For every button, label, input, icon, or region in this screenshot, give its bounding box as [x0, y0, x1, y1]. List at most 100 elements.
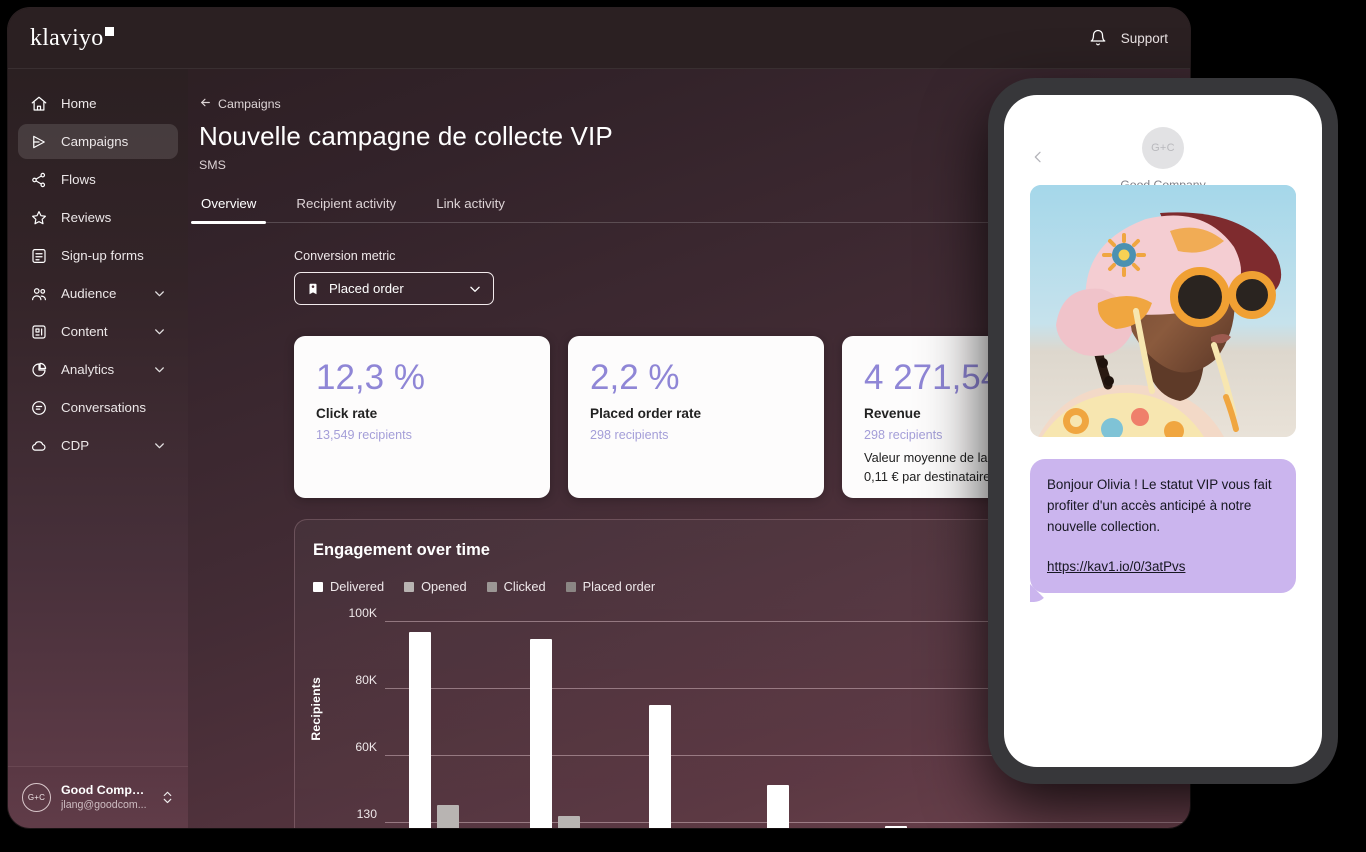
flows-icon	[30, 171, 48, 189]
klaviyo-logo[interactable]: klaviyo	[30, 24, 115, 52]
sms-link[interactable]: https://kav1.io/0/3atPvs	[1047, 556, 1279, 577]
phone-screen: G+C Good Company	[1004, 95, 1322, 767]
phone-sender-block: G+C Good Company	[1030, 127, 1296, 192]
legend-item-delivered[interactable]: Delivered	[313, 579, 384, 594]
screenshot-stage: klaviyo Support Home Campaigns Flows Rev…	[0, 0, 1366, 852]
star-icon	[30, 209, 48, 227]
legend-label: Clicked	[503, 579, 546, 594]
tab-recipient-activity[interactable]: Recipient activity	[294, 196, 398, 222]
topbar-right: Support	[1089, 29, 1168, 47]
kpi-card-placed-order-rate: 2,2 % Placed order rate 298 recipients	[568, 336, 824, 498]
sidebar-item-sign-up-forms[interactable]: Sign-up forms	[18, 238, 178, 273]
kpi-name: Placed order rate	[590, 406, 702, 421]
support-link[interactable]: Support	[1121, 31, 1168, 46]
sidebar-item-conversations[interactable]: Conversations	[18, 390, 178, 425]
y-tick-label: 60K	[355, 740, 377, 754]
legend-label: Opened	[421, 579, 467, 594]
tab-bar: Overview Recipient activity Link activit…	[190, 196, 1019, 224]
phone-mockup: G+C Good Company	[988, 78, 1338, 784]
legend-swatch	[565, 581, 576, 592]
avatar: G+C	[22, 783, 51, 812]
sidebar-item-home[interactable]: Home	[18, 86, 178, 121]
sidebar-item-label: Flows	[61, 172, 96, 187]
kpi-sub: 298 recipients	[590, 428, 669, 442]
account-text: Good Company jlang@goodcom...	[61, 783, 151, 812]
sidebar-item-label: Campaigns	[61, 134, 129, 149]
kpi-value: 2,2 %	[590, 358, 680, 397]
account-switcher[interactable]: G+C Good Company jlang@goodcom...	[8, 766, 188, 828]
breadcrumb-label: Campaigns	[218, 97, 281, 111]
chevron-down-icon[interactable]	[153, 287, 166, 300]
chevron-down-icon	[468, 282, 482, 296]
send-icon	[30, 133, 48, 151]
legend-label: Placed order	[582, 579, 656, 594]
form-icon	[30, 247, 48, 265]
sidebar-item-label: Audience	[61, 286, 117, 301]
analytics-icon	[30, 361, 48, 379]
kpi-name: Click rate	[316, 406, 378, 421]
bar-delivered[interactable]	[649, 705, 671, 828]
sidebar: Home Campaigns Flows Reviews Sign-up for…	[8, 69, 188, 766]
woman-with-hat-and-sunglasses-photo	[1030, 185, 1296, 437]
avatar: G+C	[1142, 127, 1184, 169]
bar-delivered[interactable]	[409, 632, 431, 828]
sidebar-item-label: Content	[61, 324, 108, 339]
sidebar-item-campaigns[interactable]: Campaigns	[18, 124, 178, 159]
y-tick-label: 100K	[348, 606, 377, 620]
sidebar-item-flows[interactable]: Flows	[18, 162, 178, 197]
legend-item-placed-order[interactable]: Placed order	[565, 579, 656, 594]
bar-delivered[interactable]	[767, 785, 789, 828]
bar-opened[interactable]	[437, 805, 459, 828]
account-email: jlang@goodcom...	[61, 799, 147, 811]
content-icon	[30, 323, 48, 341]
sidebar-item-reviews[interactable]: Reviews	[18, 200, 178, 235]
bar-delivered[interactable]	[530, 639, 552, 828]
legend-label: Delivered	[330, 579, 385, 594]
chat-icon	[30, 399, 48, 417]
sidebar-item-label: CDP	[61, 438, 90, 453]
sidebar-item-label: Analytics	[61, 362, 115, 377]
people-icon	[30, 285, 48, 303]
sidebar-item-content[interactable]: Content	[18, 314, 178, 349]
logo-text: klaviyo	[30, 24, 104, 51]
chevron-down-icon[interactable]	[153, 439, 166, 452]
mms-image[interactable]	[1030, 185, 1296, 437]
arrow-left-icon	[199, 96, 212, 112]
legend-item-opened[interactable]: Opened	[404, 579, 467, 594]
account-name: Good Company	[61, 783, 151, 797]
chevron-updown-icon[interactable]	[161, 789, 174, 806]
tab-link-activity[interactable]: Link activity	[434, 196, 507, 222]
home-icon	[30, 95, 48, 113]
sidebar-item-cdp[interactable]: CDP	[18, 428, 178, 463]
sidebar-item-label: Sign-up forms	[61, 248, 144, 263]
kpi-sub: 13,549 recipients	[316, 428, 412, 442]
logo-square-icon	[105, 26, 115, 36]
cloud-icon	[30, 437, 48, 455]
sidebar-item-label: Conversations	[61, 400, 146, 415]
tab-overview[interactable]: Overview	[190, 196, 267, 224]
kpi-value: 12,3 %	[316, 358, 425, 397]
legend-item-clicked[interactable]: Clicked	[486, 579, 546, 594]
sms-message-bubble: Bonjour Olivia ! Le statut VIP vous fait…	[1030, 459, 1296, 593]
tag-icon	[306, 282, 320, 296]
sidebar-item-analytics[interactable]: Analytics	[18, 352, 178, 387]
legend-swatch	[486, 581, 497, 592]
sidebar-item-label: Home	[61, 96, 97, 111]
chart-y-axis-label: Recipients	[309, 677, 323, 741]
chevron-down-icon[interactable]	[153, 325, 166, 338]
sidebar-item-label: Reviews	[61, 210, 112, 225]
bell-icon[interactable]	[1089, 29, 1107, 47]
bar-delivered[interactable]	[885, 826, 907, 828]
y-tick-label: 130	[356, 807, 377, 821]
bar-opened[interactable]	[558, 816, 580, 828]
conversion-metric-select[interactable]: Placed order	[294, 272, 494, 305]
sidebar-item-audience[interactable]: Audience	[18, 276, 178, 311]
legend-swatch	[313, 581, 323, 592]
app-topbar: klaviyo Support	[8, 8, 1190, 69]
kpi-card-click-rate: 12,3 % Click rate 13,549 recipients	[294, 336, 550, 498]
y-tick-label: 80K	[355, 673, 377, 687]
legend-swatch	[404, 581, 415, 592]
conversion-metric-value: Placed order	[329, 281, 404, 296]
sms-message-text: Bonjour Olivia ! Le statut VIP vous fait…	[1047, 477, 1272, 534]
chevron-down-icon[interactable]	[153, 363, 166, 376]
